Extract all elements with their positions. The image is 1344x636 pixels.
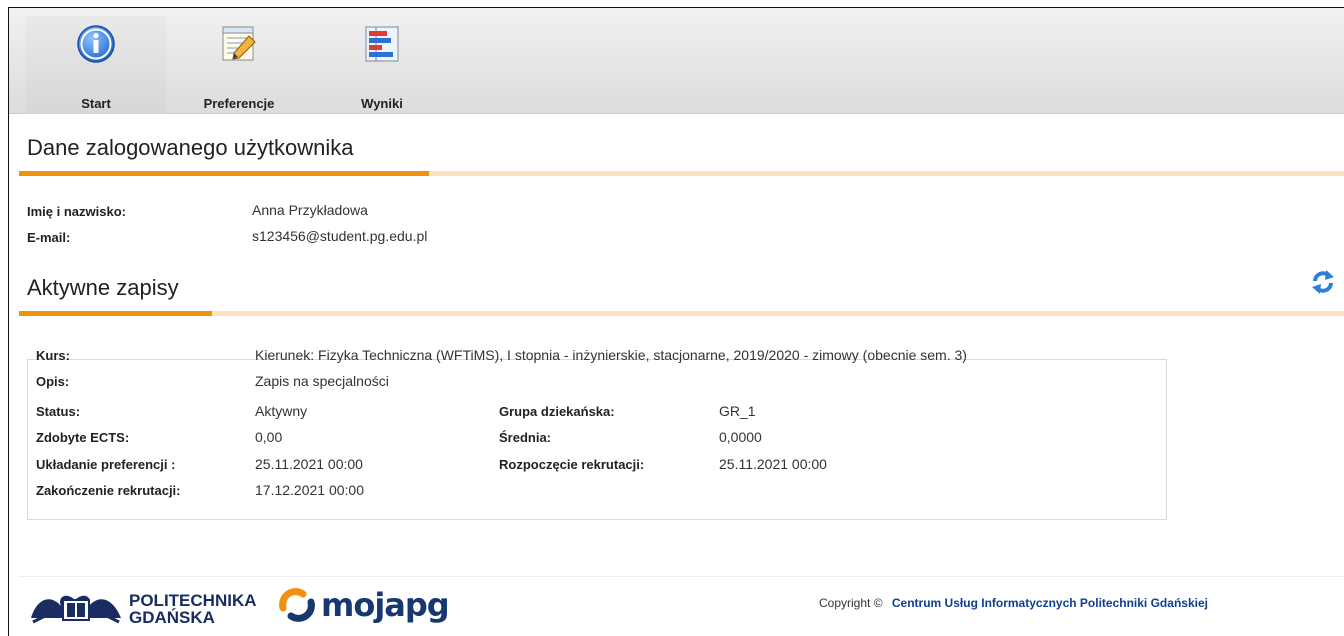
copyright-text: Copyright ©: [819, 596, 883, 610]
politechnika-logo[interactable]: POLITECHNIKA GDAŃSKA: [27, 588, 257, 629]
ects-value: 0,00: [255, 429, 283, 445]
enrollment-card: [27, 359, 1167, 520]
edit-list-icon: [222, 26, 256, 61]
tab-start[interactable]: Start: [26, 16, 166, 114]
zakonczenie-value: 17.12.2021 00:00: [255, 482, 364, 498]
copyright-link[interactable]: Centrum Usług Informatycznych Politechni…: [892, 596, 1208, 610]
status-value: Aktywny: [255, 403, 308, 419]
politechnika-logo-line2: GDAŃSKA: [129, 608, 215, 627]
politechnika-crest-icon: [31, 595, 121, 624]
opis-value: Zapis na specjalności: [255, 373, 389, 389]
tab-start-label: Start: [81, 96, 111, 111]
copyright: Copyright © Centrum Usług Informatycznyc…: [819, 596, 1208, 610]
rozpoczecie-label: Rozpoczęcie rekrutacji:: [499, 457, 645, 472]
email-label: E-mail:: [27, 230, 71, 245]
tab-preferencje-label: Preferencje: [203, 96, 275, 111]
top-toolbar: Start Preferencje Wyniki: [9, 8, 1344, 114]
user-section-underline-accent: [19, 171, 429, 176]
tab-wyniki[interactable]: Wyniki: [312, 16, 452, 114]
grupa-value: GR_1: [719, 403, 756, 419]
srednia-label: Średnia:: [499, 430, 552, 445]
name-label: Imię i nazwisko:: [27, 204, 126, 219]
srednia-value: 0,0000: [719, 429, 762, 445]
enrollment-section-underline: [19, 311, 1344, 316]
ukladanie-value: 25.11.2021 00:00: [255, 456, 363, 472]
rozpoczecie-value: 25.11.2021 00:00: [719, 456, 827, 472]
ukladanie-label: Układanie preferencji :: [36, 457, 176, 472]
app-frame: Start Preferencje Wyniki Dane zalogowane…: [8, 7, 1344, 636]
ects-label: Zdobyte ECTS:: [36, 430, 130, 445]
mojapg-logo-text: mojapg: [321, 586, 450, 624]
tab-wyniki-label: Wyniki: [361, 96, 403, 111]
opis-label: Opis:: [36, 374, 70, 389]
enrollment-section-title: Aktywne zapisy: [27, 275, 179, 300]
enrollment-section-underline-accent: [19, 311, 212, 316]
user-section-underline: [19, 171, 1344, 176]
user-section-title: Dane zalogowanego użytkownika: [27, 135, 354, 160]
grupa-label: Grupa dziekańska:: [499, 404, 615, 419]
kurs-value: Kierunek: Fizyka Techniczna (WFTiMS), I …: [255, 347, 967, 363]
refresh-icon[interactable]: [1309, 268, 1337, 296]
results-chart-icon: [365, 26, 399, 62]
mojapg-mark-icon: [279, 588, 315, 622]
email-value: s123456@student.pg.edu.pl: [252, 228, 428, 244]
politechnika-logo-text: POLITECHNIKA GDAŃSKA: [129, 592, 257, 626]
footer-divider: [19, 576, 1344, 577]
info-icon: [77, 25, 115, 63]
status-label: Status:: [36, 404, 81, 419]
kurs-label: Kurs:: [36, 348, 70, 363]
politechnika-logo-line1: POLITECHNIKA: [129, 591, 257, 610]
tab-preferencje[interactable]: Preferencje: [169, 16, 309, 114]
mojapg-logo[interactable]: mojapg: [277, 586, 450, 629]
name-value: Anna Przykładowa: [252, 202, 368, 218]
zakonczenie-label: Zakończenie rekrutacji:: [36, 483, 181, 498]
